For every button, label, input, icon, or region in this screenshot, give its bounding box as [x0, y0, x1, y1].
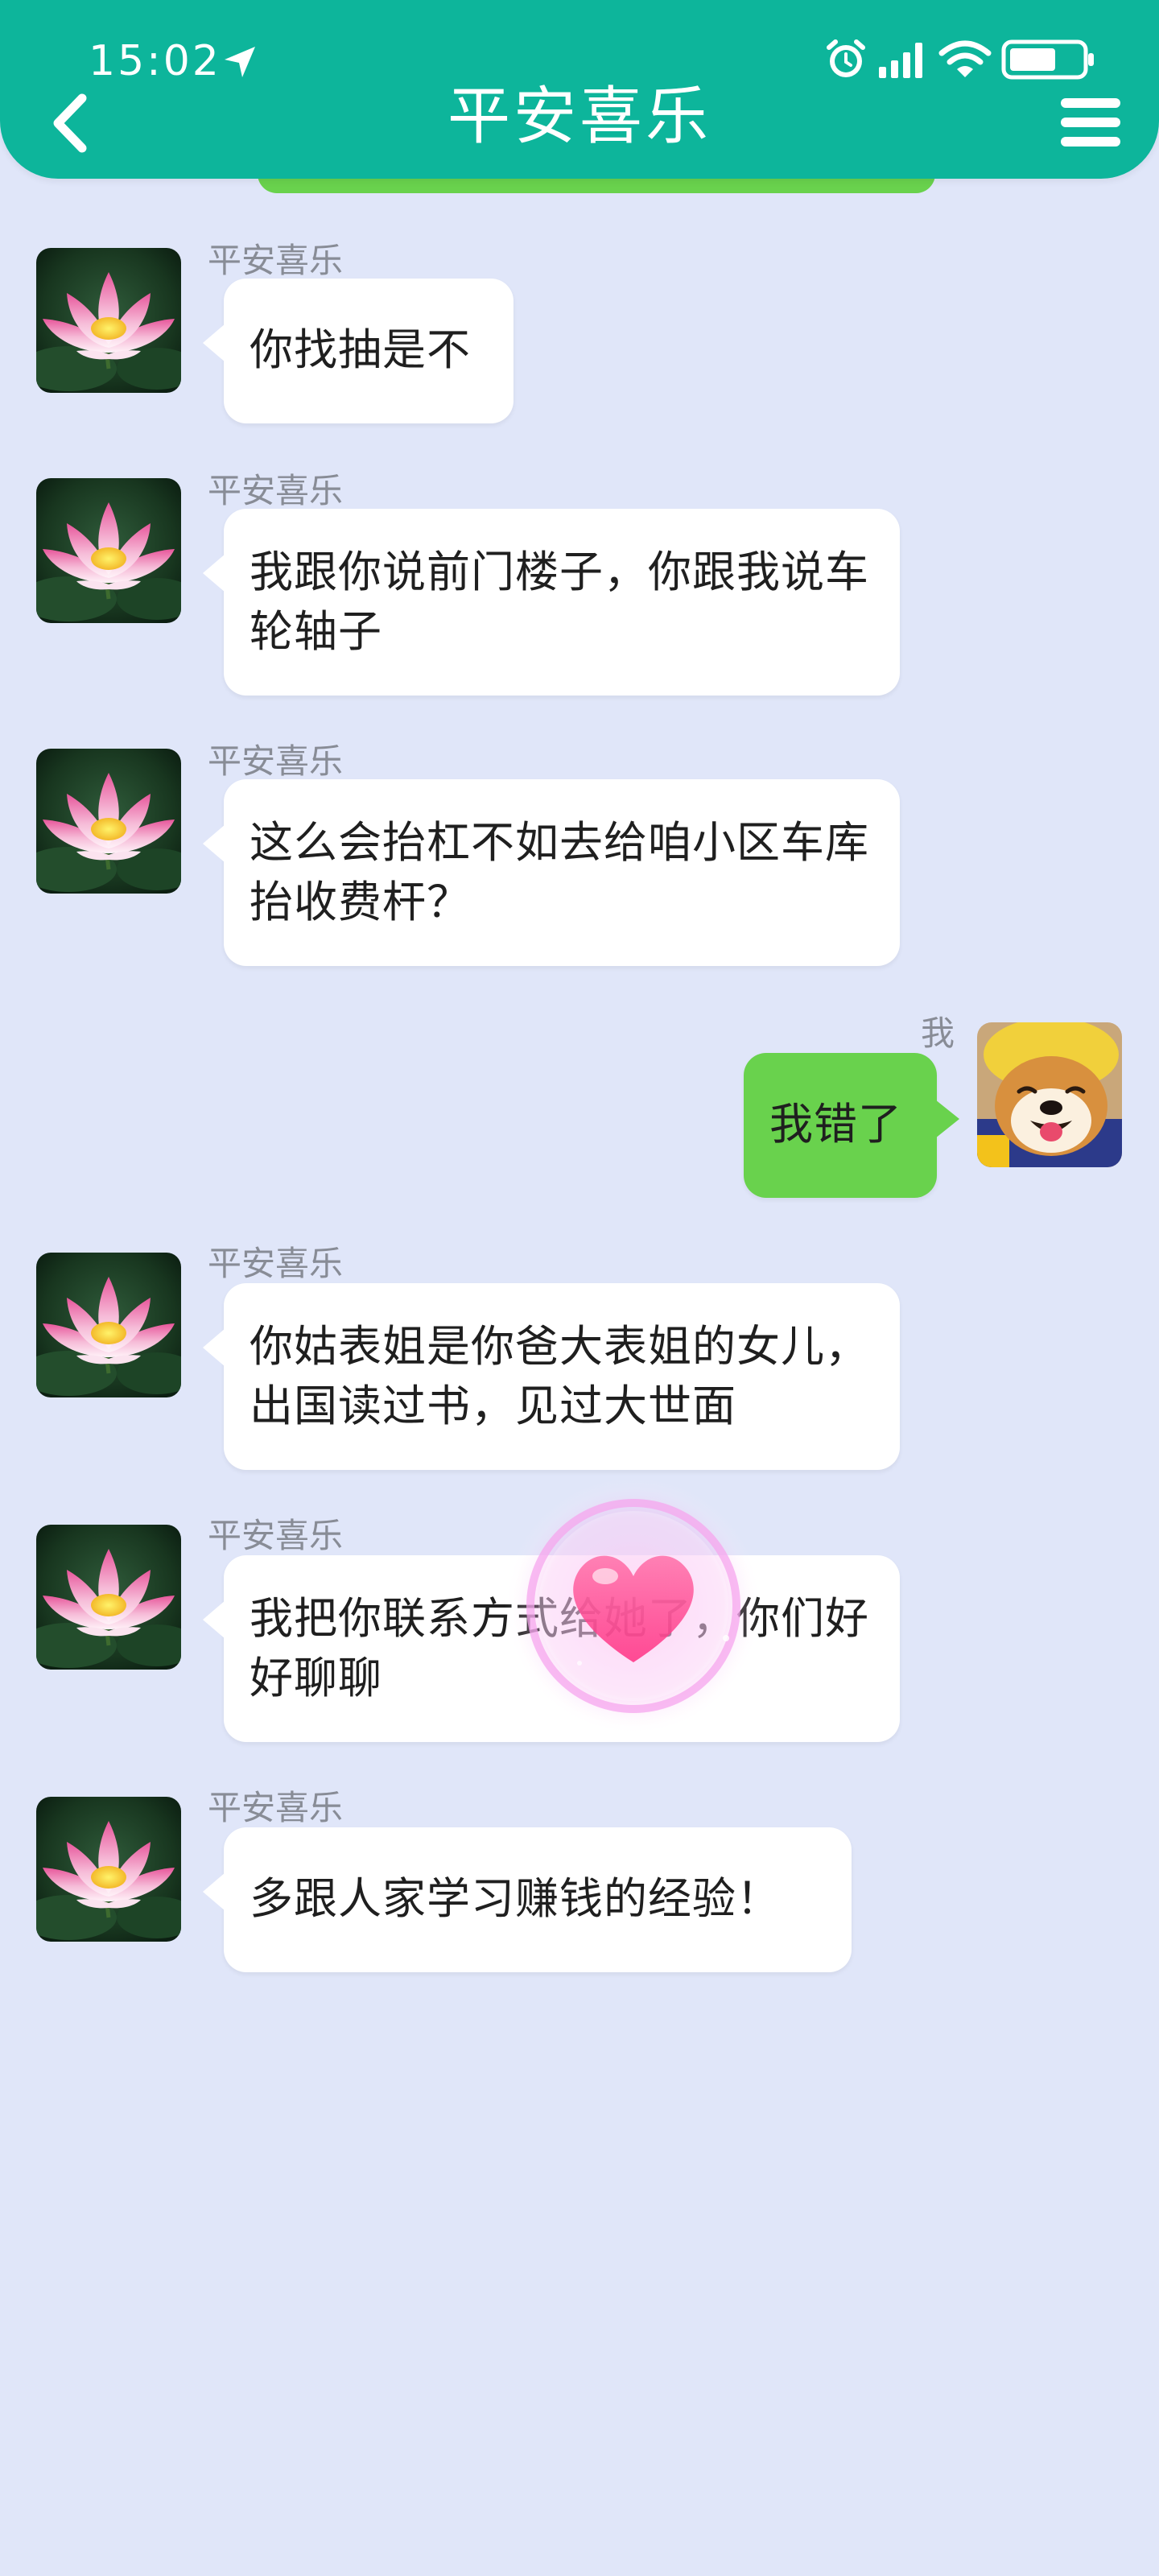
message-incoming: 平安喜乐 你找抽是不 [0, 240, 1159, 433]
shiba-dog-avatar[interactable] [977, 1022, 1122, 1167]
message-outgoing: 我 我错了 [0, 1013, 1159, 1206]
message-bubble[interactable]: 你找抽是不 [203, 279, 514, 423]
message-bubble[interactable]: 这么会抬杠不如去给咱小区车库抬收费杆？ [203, 779, 900, 966]
message-incoming: 平安喜乐 我把你联系方式给她了，你们好好聊聊 [0, 1515, 1159, 1757]
sender-name: 平安喜乐 [208, 241, 344, 280]
lotus-flower-avatar[interactable] [36, 1797, 181, 1942]
sender-name: 平安喜乐 [208, 1516, 344, 1555]
lotus-flower-avatar[interactable] [36, 478, 181, 623]
message-incoming: 平安喜乐 这么会抬杠不如去给咱小区车库抬收费杆？ [0, 741, 1159, 982]
message-bubble[interactable]: 多跟人家学习赚钱的经验！ [203, 1827, 852, 1972]
lotus-flower-avatar[interactable] [36, 1253, 181, 1397]
sender-name: 平安喜乐 [208, 471, 344, 510]
sender-name: 平安喜乐 [208, 741, 344, 781]
message-bubble[interactable]: 我跟你说前门楼子，你跟我说车轮轴子 [203, 509, 900, 696]
sender-name: 平安喜乐 [208, 1244, 344, 1283]
message-bubble[interactable]: 你姑表姐是你爸大表姐的女儿，出国读过书，见过大世面 [203, 1283, 900, 1470]
message-incoming: 平安喜乐 多跟人家学习赚钱的经验！ [0, 1787, 1159, 1988]
app-header: 15:02 平安喜乐 [0, 0, 1159, 179]
message-bubble[interactable]: 我把你联系方式给她了，你们好好聊聊 [203, 1555, 900, 1742]
sender-name: 平安喜乐 [208, 1788, 344, 1827]
chat-title: 平安喜乐 [447, 80, 711, 153]
sender-name: 我 [920, 1013, 955, 1053]
message-bubble[interactable]: 我错了 [744, 1053, 959, 1198]
message-incoming: 平安喜乐 我跟你说前门楼子，你跟我说车轮轴子 [0, 470, 1159, 712]
menu-icon[interactable] [1058, 90, 1124, 155]
message-incoming: 平安喜乐 你姑表姐是你爸大表姐的女儿，出国读过书，见过大世面 [0, 1243, 1159, 1484]
chat-list[interactable]: 平安喜乐 你找抽是不 平安喜乐 我跟你说前门楼子，你跟我说车轮轴子 平安喜乐 这… [0, 0, 1159, 2576]
lotus-flower-avatar[interactable] [36, 749, 181, 894]
lotus-flower-avatar[interactable] [36, 1525, 181, 1670]
lotus-flower-avatar[interactable] [36, 248, 181, 393]
